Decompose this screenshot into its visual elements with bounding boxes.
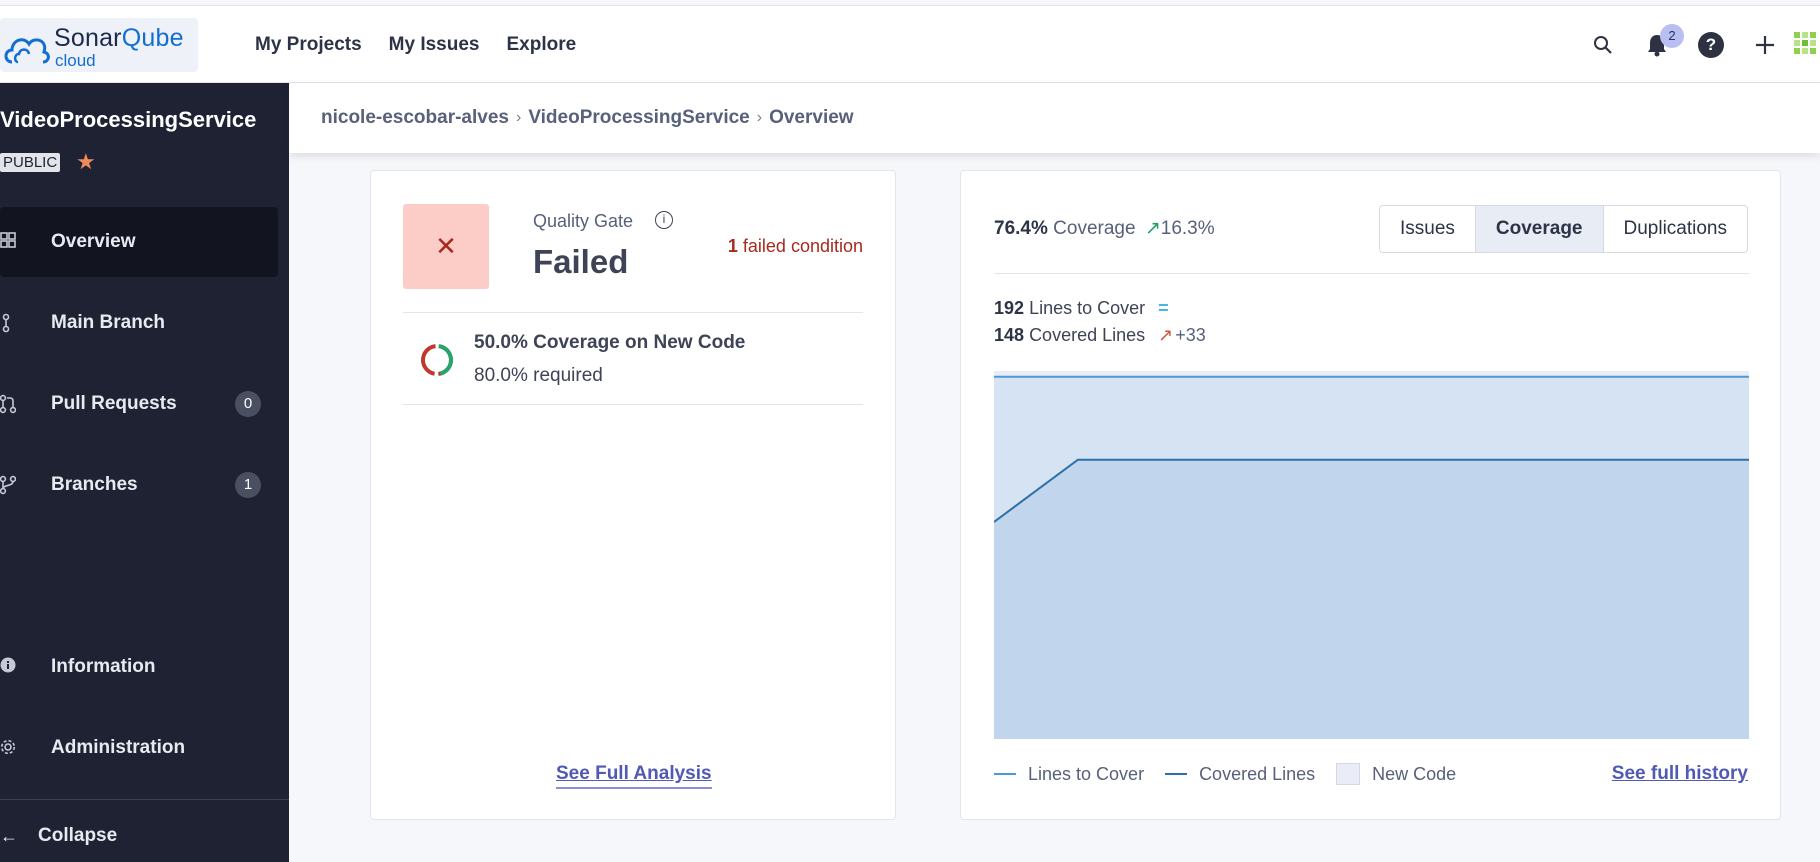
coverage-donut-icon [421, 344, 453, 376]
sidebar-item-overview[interactable]: Overview [0, 207, 278, 277]
main-nav: My Projects My Issues Explore [255, 6, 576, 84]
avatar[interactable] [1792, 28, 1820, 62]
arrow-up-right-icon: ↗ [1144, 218, 1161, 239]
search-icon[interactable] [1588, 30, 1618, 60]
divider [994, 273, 1749, 274]
lines-to-cover-label: Lines to Cover [1029, 298, 1146, 318]
chevron-right-icon: › [756, 109, 763, 126]
failed-conditions-link[interactable]: 1 failed condition [728, 236, 863, 257]
coverage-label: Coverage [1053, 218, 1136, 239]
coverage-value: 76.4% [994, 218, 1048, 239]
visibility-badge: PUBLIC [0, 153, 61, 172]
header-actions: 2 ? [1540, 6, 1820, 84]
failed-x-icon: ✕ [403, 204, 489, 289]
branches-icon [0, 475, 17, 495]
equal-icon: = [1158, 298, 1169, 318]
legend-covered-lines: Covered Lines [1165, 764, 1315, 785]
notification-count-badge: 2 [1660, 24, 1684, 48]
quality-gate-card: ✕ Quality Gate i Failed 1 failed conditi… [370, 170, 896, 820]
sidebar-item-label: Main Branch [51, 312, 166, 333]
help-button[interactable]: ? [1696, 30, 1726, 60]
coverage-summary: 76.4% Coverage ↗16.3% [994, 217, 1215, 240]
coverage-delta: 16.3% [1160, 218, 1215, 239]
pull-requests-count: 0 [235, 391, 261, 417]
covered-lines-area [994, 459, 1749, 739]
sidebar-divider [0, 799, 289, 800]
see-full-analysis-link[interactable]: See Full Analysis [556, 763, 712, 789]
see-full-history-link[interactable]: See full history [1612, 763, 1748, 785]
collapse-button[interactable]: ← Collapse [0, 821, 117, 851]
nav-my-projects[interactable]: My Projects [255, 34, 362, 56]
project-name[interactable]: VideoProcessingService [0, 107, 256, 133]
star-icon[interactable]: ★ [76, 149, 96, 175]
breadcrumb-organization[interactable]: nicole-escobar-alves [321, 107, 509, 129]
sidebar-item-label: Administration [51, 737, 186, 758]
sidebar-item-administration[interactable]: Administration [0, 713, 278, 783]
breadcrumb-project[interactable]: VideoProcessingService [528, 107, 749, 129]
arrow-up-right-icon: ↗ [1158, 325, 1174, 345]
lines-to-cover-value: 192 [994, 298, 1025, 318]
sidebar-item-branches[interactable]: Branches 1 [0, 450, 278, 520]
sidebar-item-label: Information [51, 656, 156, 677]
covered-lines-label: Covered Lines [1029, 325, 1146, 345]
pull-request-icon [0, 394, 17, 414]
gear-icon [0, 738, 16, 758]
logo-wordmark: SonarQube [54, 24, 184, 52]
nav-my-issues[interactable]: My Issues [389, 34, 480, 56]
breadcrumb-page: Overview [769, 107, 854, 128]
project-sidebar: VideoProcessingService PUBLIC ★ Overview… [0, 83, 289, 862]
sonarqube-logo[interactable]: SonarQube cloud [0, 18, 198, 72]
sidebar-item-pull-requests[interactable]: Pull Requests 0 [0, 369, 278, 439]
tab-coverage[interactable]: Coverage [1474, 206, 1603, 252]
quality-gate-label: Quality Gate [533, 211, 634, 231]
sidebar-item-main-branch[interactable]: Main Branch [0, 288, 278, 358]
dashboard-icon [0, 232, 16, 252]
divider [403, 312, 863, 313]
legend-lines-to-cover: Lines to Cover [994, 764, 1144, 785]
chart-legend: Lines to Cover Covered Lines New Code [994, 763, 1477, 785]
tab-duplications[interactable]: Duplications [1602, 206, 1747, 252]
divider [403, 404, 863, 405]
tab-issues[interactable]: Issues [1379, 206, 1475, 252]
covered-lines-delta: +33 [1175, 325, 1206, 345]
breadcrumb-bar: nicole-escobar-alves › VideoProcessingSe… [289, 83, 1820, 153]
failed-text: failed condition [742, 236, 863, 256]
info-icon [0, 657, 16, 677]
sidebar-item-information[interactable]: Information [0, 632, 278, 702]
coverage-chart[interactable] [994, 371, 1749, 739]
covered-lines-value: 148 [994, 325, 1025, 345]
collapse-label: Collapse [38, 825, 118, 846]
help-icon: ? [1698, 32, 1724, 58]
lines-to-cover-metric: 192 Lines to Cover = [994, 298, 1169, 319]
condition-required: 80.0% required [474, 365, 603, 386]
condition-title[interactable]: 50.0% Coverage on New Code [474, 332, 745, 354]
sidebar-item-label: Overview [51, 231, 136, 252]
cloud-logo-icon [4, 38, 50, 64]
covered-lines-metric: 148 Covered Lines ↗ +33 [994, 325, 1206, 346]
failed-count: 1 [727, 236, 738, 256]
coverage-card: 76.4% Coverage ↗16.3% Issues Coverage Du… [960, 170, 1781, 820]
arrow-left-icon: ← [0, 825, 18, 846]
top-navbar: SonarQube cloud My Projects My Issues Ex… [0, 5, 1820, 83]
legend-new-code: New Code [1336, 763, 1456, 785]
sidebar-item-label: Branches [51, 474, 138, 495]
branch-icon [0, 313, 16, 333]
plus-icon[interactable] [1750, 30, 1780, 60]
breadcrumb: nicole-escobar-alves › VideoProcessingSe… [321, 83, 854, 153]
branches-count: 1 [235, 472, 261, 498]
quality-gate-status: Failed [533, 243, 629, 280]
logo-subtitle: cloud [55, 51, 96, 70]
metric-tabs: Issues Coverage Duplications [1378, 205, 1748, 253]
nav-explore[interactable]: Explore [506, 34, 576, 56]
info-icon[interactable]: i [655, 211, 673, 229]
chevron-right-icon: › [515, 109, 522, 126]
notifications-button[interactable]: 2 [1642, 24, 1684, 60]
sidebar-item-label: Pull Requests [51, 393, 177, 414]
